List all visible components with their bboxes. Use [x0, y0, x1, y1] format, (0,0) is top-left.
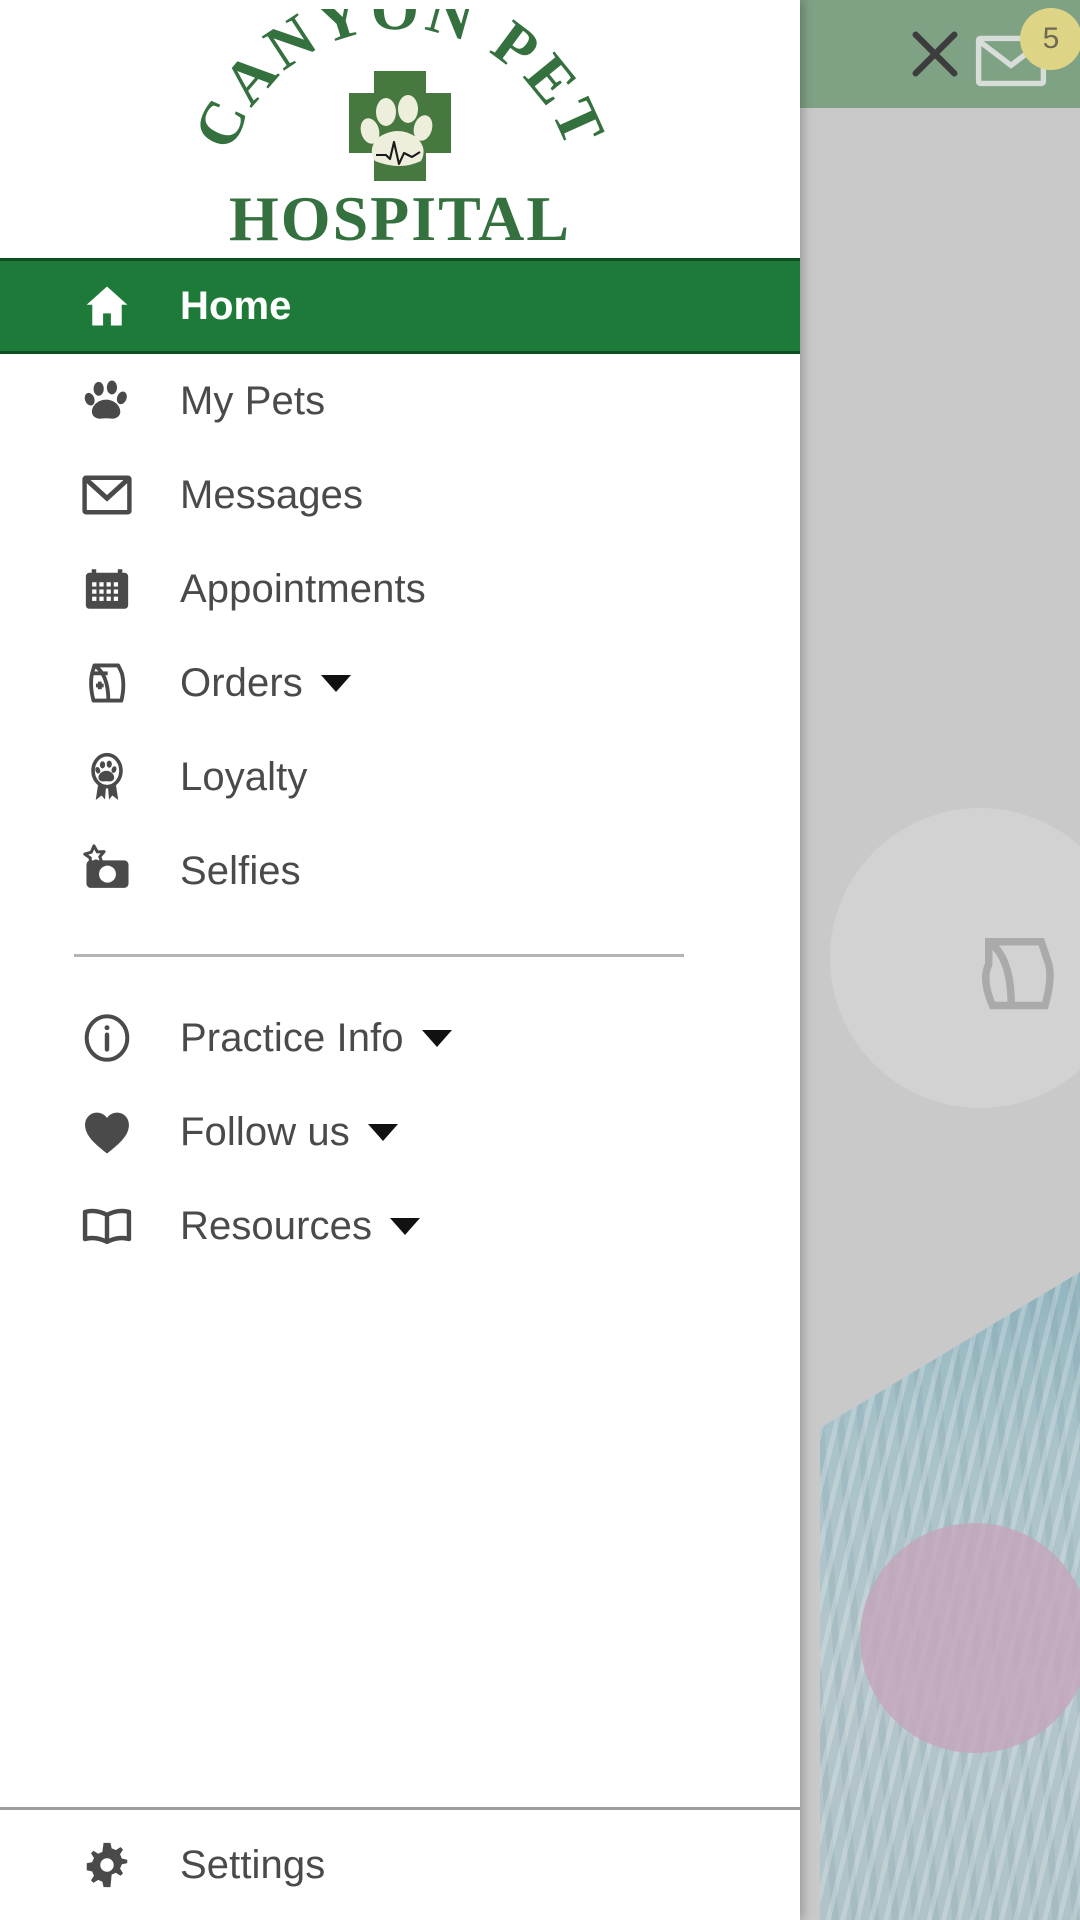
- background-decor-circle-pink: [860, 1523, 1080, 1753]
- app-screen: 5 CANYON PET: [0, 0, 1080, 1920]
- nav-item-loyalty[interactable]: Loyalty: [0, 730, 800, 824]
- nav-item-label: Resources: [180, 1203, 373, 1248]
- nav-item-label: Loyalty: [180, 754, 308, 799]
- gear-icon: [74, 1832, 140, 1898]
- nav-item-label: Selfies: [180, 848, 301, 893]
- camera-star-icon: [74, 838, 140, 904]
- nav-item-messages[interactable]: Messages: [0, 448, 800, 542]
- food-bag-icon: [955, 908, 1075, 1028]
- nav-item-home[interactable]: Home: [0, 258, 800, 354]
- heart-icon: [74, 1099, 140, 1165]
- home-icon: [74, 273, 140, 339]
- nav-item-resources[interactable]: Resources: [0, 1179, 800, 1273]
- nav-item-appointments[interactable]: Appointments: [0, 542, 800, 636]
- paw-icon: [74, 368, 140, 434]
- nav-item-selfies[interactable]: Selfies: [0, 824, 800, 918]
- food-bag-icon: [74, 650, 140, 716]
- navigation-drawer: CANYON PET: [0, 0, 800, 1920]
- envelope-icon: [74, 462, 140, 528]
- section-divider: [74, 954, 684, 957]
- calendar-icon: [74, 556, 140, 622]
- nav-item-my-pets[interactable]: My Pets: [0, 354, 800, 448]
- green-cross-paw-ekg-logo: CANYON PET: [190, 9, 610, 249]
- chevron-down-icon[interactable]: [421, 1029, 452, 1047]
- nav-item-follow-us[interactable]: Follow us: [0, 1085, 800, 1179]
- book-icon: [74, 1193, 140, 1259]
- drawer-logo-header: CANYON PET: [0, 0, 800, 258]
- drawer-nav: Home My Pets Messages Appointments Order…: [0, 258, 800, 1920]
- nav-item-label: Follow us: [180, 1109, 350, 1154]
- nav-item-label: Practice Info: [180, 1015, 404, 1060]
- nav-item-label: Home: [180, 283, 292, 328]
- nav-item-orders[interactable]: Orders: [0, 636, 800, 730]
- chevron-down-icon[interactable]: [390, 1217, 421, 1235]
- nav-item-label: Orders: [180, 660, 303, 705]
- nav-item-label: Appointments: [180, 566, 426, 611]
- svg-text:HOSPITAL: HOSPITAL: [229, 183, 571, 249]
- chevron-down-icon[interactable]: [320, 674, 351, 692]
- nav-item-label: My Pets: [180, 378, 326, 423]
- chevron-down-icon[interactable]: [367, 1123, 398, 1141]
- award-ribbon-icon: [74, 744, 140, 810]
- nav-item-practice-info[interactable]: Practice Info: [0, 991, 800, 1085]
- nav-item-settings[interactable]: Settings: [0, 1810, 800, 1920]
- close-drawer-button[interactable]: [880, 10, 990, 98]
- unread-badge: 5: [1020, 8, 1080, 70]
- nav-item-label: Settings: [180, 1842, 326, 1887]
- nav-item-label: Messages: [180, 472, 364, 517]
- info-circle-icon: [74, 1005, 140, 1071]
